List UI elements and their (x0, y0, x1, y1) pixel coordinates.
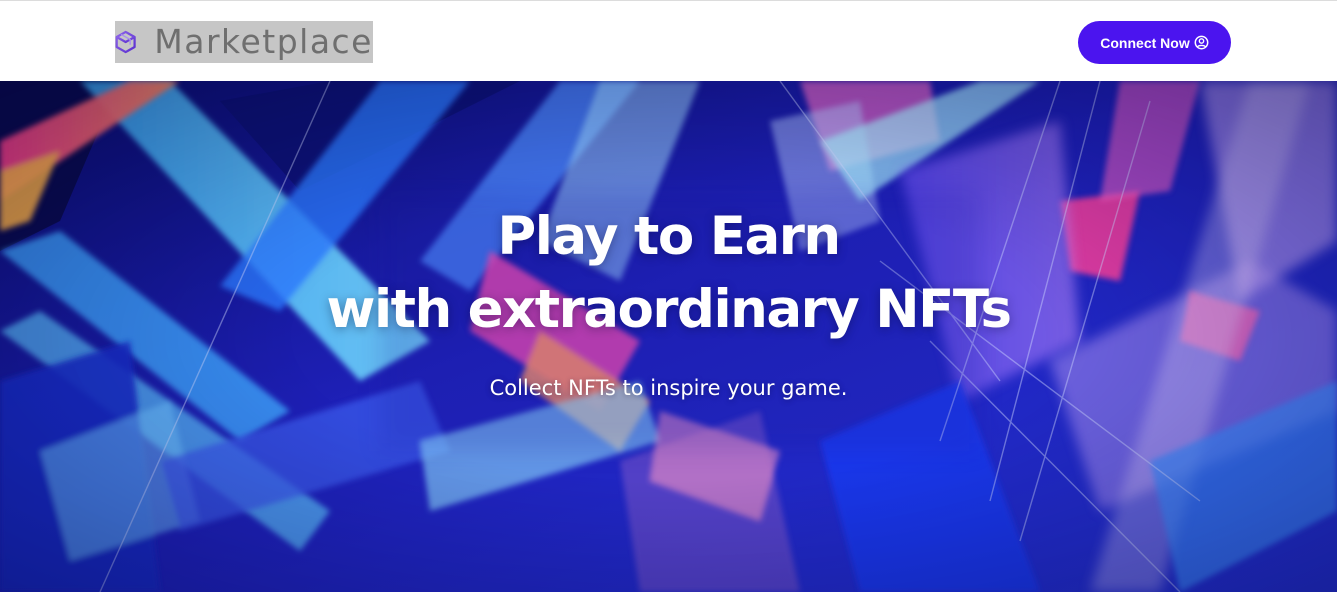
user-circle-icon (1194, 35, 1209, 50)
logo-text: Marketplace (154, 22, 373, 61)
cube-icon (115, 30, 136, 54)
hero-subtitle: Collect NFTs to inspire your game. (489, 376, 848, 400)
logo-link[interactable]: Marketplace (115, 21, 373, 63)
hero-section: Play to Earn with extraordinary NFTs Col… (0, 81, 1337, 592)
navbar: Marketplace Connect Now (0, 0, 1337, 81)
hero-title-line2: with extraordinary NFTs (326, 279, 1012, 340)
hero-title-line1: Play to Earn (497, 206, 841, 267)
connect-now-label: Connect Now (1100, 34, 1190, 51)
connect-now-button[interactable]: Connect Now (1078, 21, 1231, 64)
hero-content: Play to Earn with extraordinary NFTs Col… (0, 81, 1337, 592)
